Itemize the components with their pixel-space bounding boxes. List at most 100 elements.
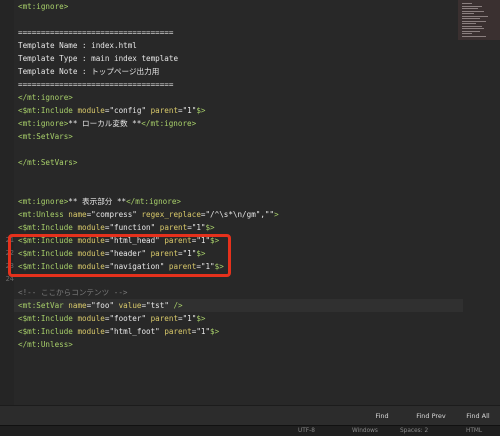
code-token: <mt:ignore> xyxy=(18,2,69,11)
code-line[interactable]: Template Type : main index template xyxy=(18,52,458,65)
code-token: module xyxy=(77,314,105,323)
code-token: Template Type : main index template xyxy=(18,54,179,63)
code-line[interactable]: <!-- ここからコンテンツ --> xyxy=(18,286,458,299)
minimap-line xyxy=(462,18,480,19)
code-token: $> xyxy=(210,327,220,336)
code-token: Template Note : トップページ出力用 xyxy=(18,67,160,76)
code-line[interactable]: <mt:ignore> xyxy=(18,0,458,13)
code-token: ================================== xyxy=(18,80,174,89)
code-line[interactable] xyxy=(18,182,458,195)
code-line[interactable]: Template Note : トップページ出力用 xyxy=(18,65,458,78)
minimap-line xyxy=(462,33,472,34)
code-token: ** 表示部分 ** xyxy=(68,197,127,206)
code-line[interactable]: <$mt:Include module="html_foot" parent="… xyxy=(18,325,458,338)
line-number-gutter: 21 22 23 24 xyxy=(0,0,14,405)
code-token: parent xyxy=(150,106,179,115)
code-line[interactable]: </mt:Unless> xyxy=(18,338,458,351)
code-token: ="compress" xyxy=(86,210,142,219)
code-token: module xyxy=(77,106,105,115)
code-token: ="foo" xyxy=(86,301,119,310)
code-token: parent xyxy=(164,327,192,336)
code-line[interactable]: <mt:SetVar name="foo" value="tst" /> xyxy=(14,299,463,312)
minimap[interactable] xyxy=(458,0,500,40)
code-token: module xyxy=(77,327,105,336)
code-token: <$mt:Include xyxy=(18,106,78,115)
minimap-line xyxy=(462,25,482,27)
minimap-line xyxy=(462,8,478,9)
code-token: $> xyxy=(205,223,215,232)
code-token: regex_replace xyxy=(141,210,201,219)
code-token: </mt:Unless> xyxy=(18,340,73,349)
code-token: ="config" xyxy=(104,106,151,115)
code-token: </mt:ignore> xyxy=(141,119,197,128)
code-token: parent xyxy=(159,223,188,232)
annotation-highlight-box xyxy=(8,234,231,277)
code-token: $> xyxy=(196,106,206,115)
minimap-line xyxy=(462,23,476,24)
code-token: <$mt:Include xyxy=(18,223,78,232)
code-token: <mt:ignore> xyxy=(18,197,69,206)
code-token: </mt:SetVars> xyxy=(18,158,78,167)
code-token: ="tst" xyxy=(141,301,169,310)
minimap-line xyxy=(462,3,472,4)
code-token: <mt:SetVars> xyxy=(18,132,73,141)
minimap-line xyxy=(462,35,486,37)
find-prev-button[interactable]: Find Prev xyxy=(410,410,452,422)
code-token: <$mt:Include xyxy=(18,327,78,336)
code-line[interactable]: ================================== xyxy=(18,26,458,39)
status-bar: UTF-8 Windows Spaces: 2 HTML xyxy=(0,425,500,436)
code-token: ="1" xyxy=(178,314,197,323)
minimap-line xyxy=(462,10,484,12)
minimap-line xyxy=(462,30,480,32)
code-token: </mt:ignore> xyxy=(18,93,73,102)
code-token: <!-- ここからコンテンツ --> xyxy=(18,288,128,297)
minimap-line xyxy=(462,28,484,29)
code-token: name xyxy=(68,210,87,219)
find-button[interactable]: Find xyxy=(368,410,396,422)
code-line[interactable]: <$mt:Include module="config" parent="1"$… xyxy=(18,104,458,117)
code-token: ================================== xyxy=(18,28,174,37)
minimap-line xyxy=(462,13,474,14)
find-bar: Find Find Prev Find All xyxy=(0,405,500,426)
code-line[interactable]: </mt:SetVars> xyxy=(18,156,458,169)
code-line[interactable]: </mt:ignore> xyxy=(18,91,458,104)
code-line[interactable] xyxy=(18,143,458,156)
code-token: parent xyxy=(150,314,179,323)
minimap-line xyxy=(462,20,486,22)
code-line[interactable]: <mt:ignore>** ローカル変数 **</mt:ignore> xyxy=(18,117,458,130)
code-editor[interactable]: 21 22 23 24 <mt:ignore> =================… xyxy=(0,0,500,405)
code-line[interactable]: <mt:Unless name="compress" regex_replace… xyxy=(18,208,458,221)
code-line[interactable]: Template Name : index.html xyxy=(18,39,458,52)
code-token: </mt:ignore> xyxy=(126,197,181,206)
code-token: ="footer" xyxy=(104,314,151,323)
code-line[interactable]: <mt:SetVars> xyxy=(18,130,458,143)
code-token: ="/^\s*\n/gm","" xyxy=(200,210,275,219)
code-token: name xyxy=(68,301,87,310)
code-token: /> xyxy=(168,301,183,310)
minimap-line xyxy=(462,15,488,17)
code-content[interactable]: <mt:ignore> =============================… xyxy=(14,0,463,405)
code-token: <mt:Unless xyxy=(18,210,69,219)
code-line[interactable] xyxy=(18,169,458,182)
code-line[interactable]: <mt:ignore>** 表示部分 **</mt:ignore> xyxy=(18,195,458,208)
code-token: ="1" xyxy=(178,106,197,115)
code-line[interactable]: ================================== xyxy=(18,78,458,91)
code-token: ="html_foot" xyxy=(104,327,165,336)
code-line[interactable]: <$mt:Include module="footer" parent="1"$… xyxy=(18,312,458,325)
code-token: <mt:SetVar xyxy=(18,301,69,310)
code-token: <$mt:Include xyxy=(18,314,78,323)
code-token: <mt:ignore> xyxy=(18,119,69,128)
code-token: value xyxy=(118,301,142,310)
code-line[interactable] xyxy=(18,13,458,26)
code-token: ="function" xyxy=(104,223,160,232)
code-token: ** ローカル変数 ** xyxy=(68,119,142,128)
code-token: module xyxy=(77,223,105,232)
code-token: Template Name : index.html xyxy=(18,41,137,50)
code-token: $> xyxy=(196,314,206,323)
code-token: ="1" xyxy=(191,327,211,336)
minimap-line xyxy=(462,5,482,7)
code-token: ="1" xyxy=(187,223,206,232)
code-line[interactable]: <$mt:Include module="function" parent="1… xyxy=(18,221,458,234)
code-token: > xyxy=(274,210,279,219)
find-all-button[interactable]: Find All xyxy=(460,410,496,422)
